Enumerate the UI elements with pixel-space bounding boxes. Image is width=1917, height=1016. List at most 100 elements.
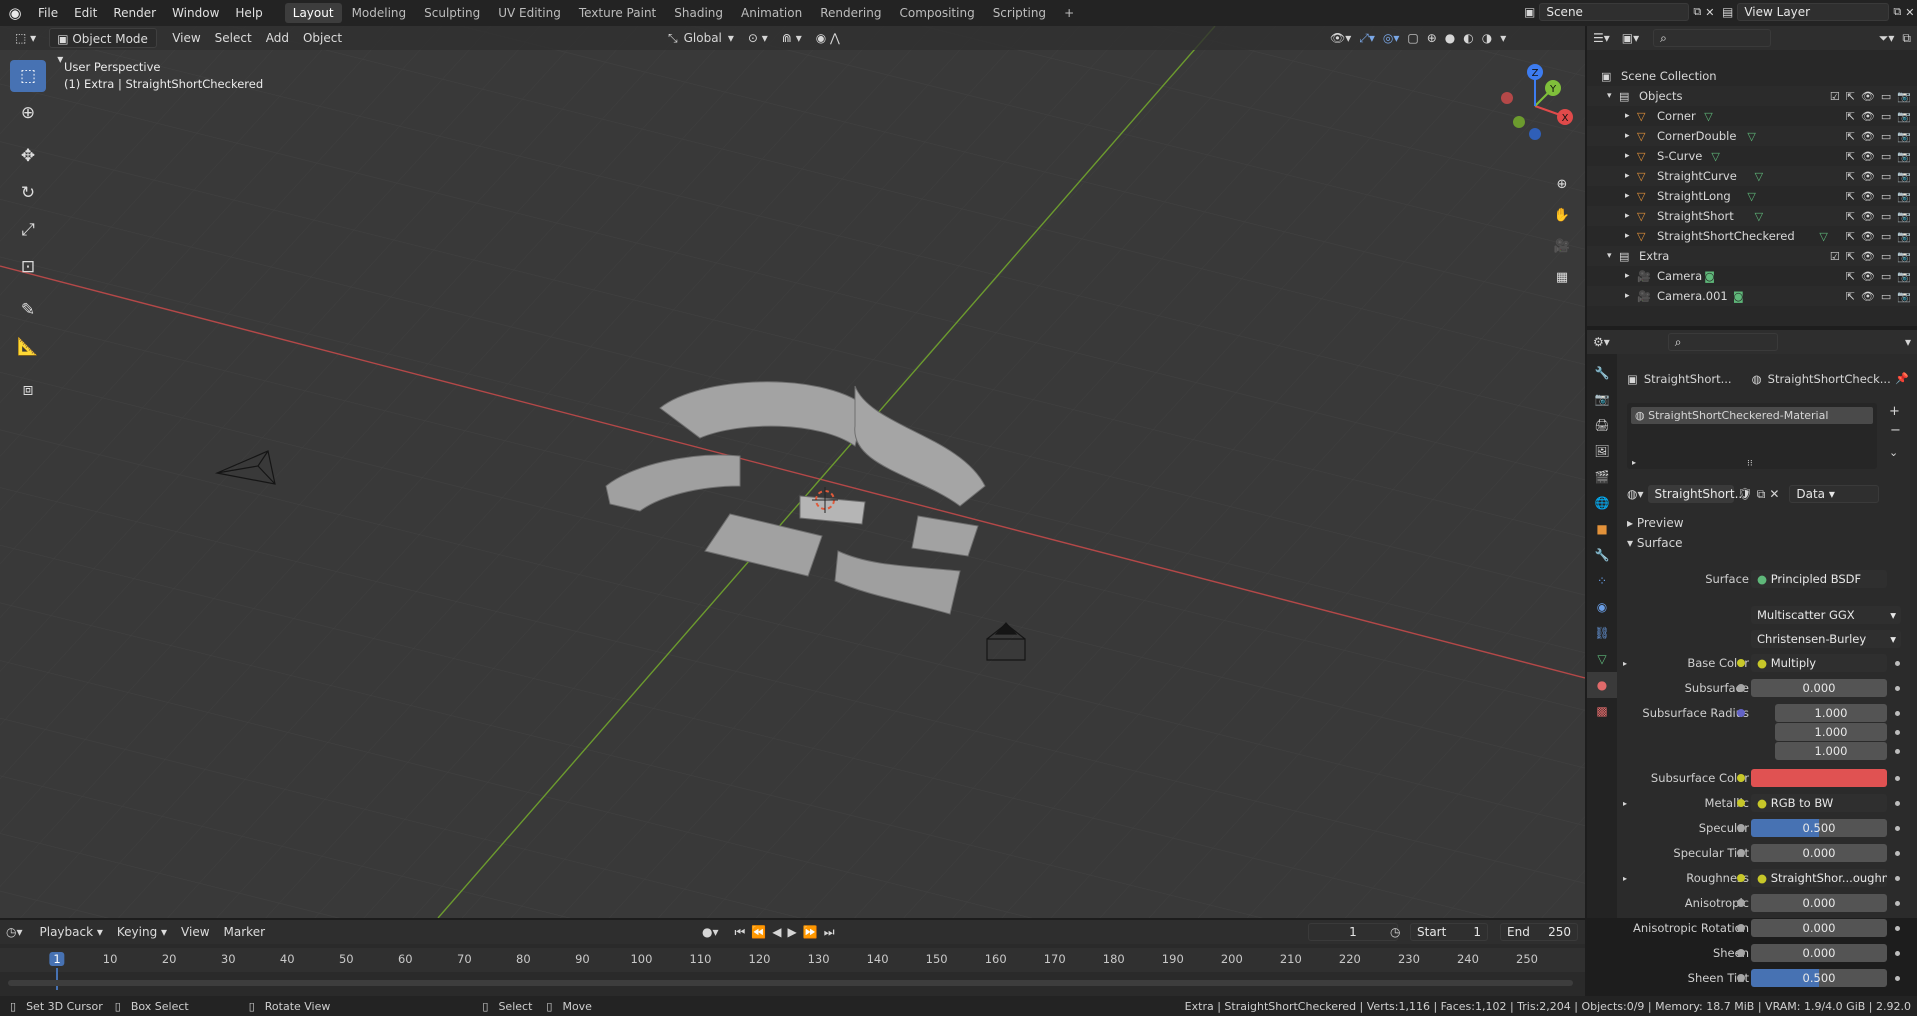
outliner-row[interactable]: ▸ ▽ CornerDouble ▽ ⇱ 👁 ▭ 📷	[1587, 126, 1917, 146]
shading-options-chevron-icon[interactable]: ▾	[1500, 31, 1506, 45]
keyframe-dot-icon[interactable]	[1895, 775, 1900, 781]
texture-tab-icon[interactable]: ▩	[1587, 698, 1617, 724]
camera-data-icon[interactable]: ◙	[1704, 270, 1715, 283]
start-frame-field[interactable]: Start 1	[1410, 923, 1488, 941]
viewport-toggle-icon[interactable]: ▭	[1881, 270, 1891, 283]
property-value[interactable]: ● StraightShor...oughness.pn	[1751, 869, 1887, 887]
end-frame-field[interactable]: End 250	[1500, 923, 1578, 941]
timeline-view-menu[interactable]: View	[174, 922, 216, 942]
material-slot-item[interactable]: ◍ StraightShortCheckered-Material	[1631, 407, 1873, 424]
scene-field[interactable]: Scene	[1539, 3, 1690, 21]
cursor-tool-icon[interactable]: ⊕	[10, 97, 46, 129]
socket-dot-icon[interactable]	[1737, 874, 1745, 882]
playback-menu[interactable]: Playback ▾	[33, 922, 110, 942]
select-menu[interactable]: Select	[208, 28, 259, 48]
output-tab-icon[interactable]: 🖨	[1587, 412, 1617, 438]
pin-icon[interactable]: 📌	[1895, 372, 1909, 385]
snap-icon[interactable]: ⋒ ▾	[782, 31, 802, 45]
gizmo-toggle-icon[interactable]: ⤢▾	[1359, 31, 1375, 46]
keyframe-dot-icon[interactable]	[1895, 875, 1900, 881]
expand-arrow-right-icon[interactable]: ▸	[1625, 271, 1630, 281]
menu-window[interactable]: Window	[164, 2, 227, 24]
tab-shading[interactable]: Shading	[666, 3, 731, 23]
select-toggle-icon[interactable]: ⇱	[1846, 290, 1855, 303]
rendered-shading-icon[interactable]: ◑	[1482, 31, 1492, 45]
proportional-editing-icon[interactable]: ◉ ⋀	[816, 31, 840, 45]
select-toggle-icon[interactable]: ⇱	[1846, 230, 1855, 243]
select-toggle-icon[interactable]: ⇱	[1846, 210, 1855, 223]
material-slot-list[interactable]: ◍ StraightShortCheckered-Material ▸ ⁝⁝	[1627, 403, 1877, 469]
particles-tab-icon[interactable]: ⁘	[1587, 568, 1617, 594]
scene-tab-icon[interactable]: 🎬	[1587, 464, 1617, 490]
axis-gizmo[interactable]: X Y Z	[1485, 60, 1585, 150]
eye-icon[interactable]: 👁	[1861, 270, 1875, 283]
keyframe-dot-icon[interactable]	[1895, 729, 1900, 735]
expand-arrow-right-icon[interactable]: ▸	[1623, 659, 1627, 668]
select-toggle-icon[interactable]: ⇱	[1846, 110, 1855, 123]
object-menu[interactable]: Object	[296, 28, 349, 48]
view-layer-tab-icon[interactable]: 🖼	[1587, 438, 1617, 464]
eye-icon[interactable]: 👁	[1861, 170, 1875, 183]
gizmo-neg-x[interactable]	[1501, 92, 1513, 104]
render-toggle-icon[interactable]: 📷	[1897, 110, 1911, 123]
property-value[interactable]: 1.000	[1775, 742, 1887, 760]
outliner-row[interactable]: ▸ ▽ StraightShortCheckered ▽ ⇱ 👁 ▭ 📷	[1587, 226, 1917, 246]
play-icon[interactable]: ▶	[788, 925, 797, 939]
viewport-toggle-icon[interactable]: ▭	[1881, 290, 1891, 303]
render-tab-icon[interactable]: 📷	[1587, 386, 1617, 412]
measure-tool-icon[interactable]: 📐	[10, 331, 46, 363]
duplicate-material-icon[interactable]: ⧉	[1757, 487, 1766, 502]
outliner-row[interactable]: ▸ ▽ S-Curve ▽ ⇱ 👁 ▭ 📷	[1587, 146, 1917, 166]
keyframe-dot-icon[interactable]	[1895, 660, 1900, 666]
new-view-layer-icon[interactable]: ⧉	[1893, 5, 1901, 19]
blender-logo-icon[interactable]: ◉	[0, 2, 30, 24]
3d-viewport[interactable]: ⬚ ▾ ▣ Object Mode ▾ View Select Add Obje…	[0, 26, 1585, 918]
menu-render[interactable]: Render	[105, 2, 164, 24]
perspective-toggle-icon[interactable]: ▦	[1549, 264, 1575, 290]
keyframe-dot-icon[interactable]	[1895, 825, 1900, 831]
select-toggle-icon[interactable]: ⇱	[1846, 90, 1855, 103]
eye-icon[interactable]: 👁	[1861, 130, 1875, 143]
scene-icon[interactable]: ▣	[1524, 5, 1535, 19]
eye-icon[interactable]: 👁	[1861, 190, 1875, 203]
delete-scene-icon[interactable]: ✕	[1705, 6, 1714, 19]
world-tab-icon[interactable]: 🌐	[1587, 490, 1617, 516]
slot-specials-chevron-icon[interactable]: ⌄	[1889, 446, 1898, 459]
select-toggle-icon[interactable]: ⇱	[1846, 130, 1855, 143]
tab-scripting[interactable]: Scripting	[985, 3, 1054, 23]
surface-panel-header[interactable]: ▾ Surface	[1627, 536, 1683, 550]
render-toggle-icon[interactable]: 📷	[1897, 130, 1911, 143]
property-value[interactable]: ● Multiply	[1751, 654, 1887, 672]
navigation-gizmo[interactable]: X Y Z ⊕ ✋ 🎥 ▦	[1485, 60, 1585, 290]
outliner-row[interactable]: ▸ ▽ StraightCurve ▽ ⇱ 👁 ▭ 📷	[1587, 166, 1917, 186]
viewport-toggle-icon[interactable]: ▭	[1881, 90, 1891, 103]
viewport-toggle-icon[interactable]: ▭	[1881, 190, 1891, 203]
list-expand-icon[interactable]: ▸	[1632, 458, 1636, 467]
outliner-editor-type-icon[interactable]: ☰▾	[1593, 31, 1610, 45]
marker-menu[interactable]: Marker	[217, 922, 272, 942]
tab-modeling[interactable]: Modeling	[344, 3, 415, 23]
expand-arrow-right-icon[interactable]: ▸	[1625, 191, 1630, 201]
render-toggle-icon[interactable]: 📷	[1897, 290, 1911, 303]
viewport-toggle-icon[interactable]: ▭	[1881, 130, 1891, 143]
render-toggle-icon[interactable]: 📷	[1897, 270, 1911, 283]
material-tab-icon[interactable]: ●	[1587, 672, 1617, 698]
eye-icon[interactable]: 👁	[1861, 210, 1875, 223]
pan-hand-icon[interactable]: ✋	[1549, 202, 1575, 228]
select-toggle-icon[interactable]: ⇱	[1846, 190, 1855, 203]
add-slot-button[interactable]: +	[1889, 404, 1900, 419]
property-value[interactable]: 0.000	[1751, 679, 1887, 697]
jump-start-icon[interactable]: ⏮	[735, 925, 746, 940]
auto-keying-icon[interactable]: ●▾	[702, 925, 719, 939]
material-name-field[interactable]: StraightShort...	[1647, 485, 1746, 503]
select-toggle-icon[interactable]: ⇱	[1846, 170, 1855, 183]
play-reverse-icon[interactable]: ◀	[772, 925, 781, 939]
delete-view-layer-icon[interactable]: ✕	[1905, 6, 1914, 19]
properties-editor-type-icon[interactable]: ⚙▾	[1593, 335, 1610, 349]
expand-arrow-down-icon[interactable]: ▾	[1607, 91, 1612, 101]
property-value[interactable]: 1.000	[1775, 723, 1887, 741]
socket-dot-icon[interactable]	[1737, 799, 1745, 807]
outliner-row[interactable]: ▸ ▽ StraightShort ▽ ⇱ 👁 ▭ 📷	[1587, 206, 1917, 226]
jump-end-icon[interactable]: ⏭	[824, 925, 835, 940]
menu-edit[interactable]: Edit	[66, 2, 105, 24]
